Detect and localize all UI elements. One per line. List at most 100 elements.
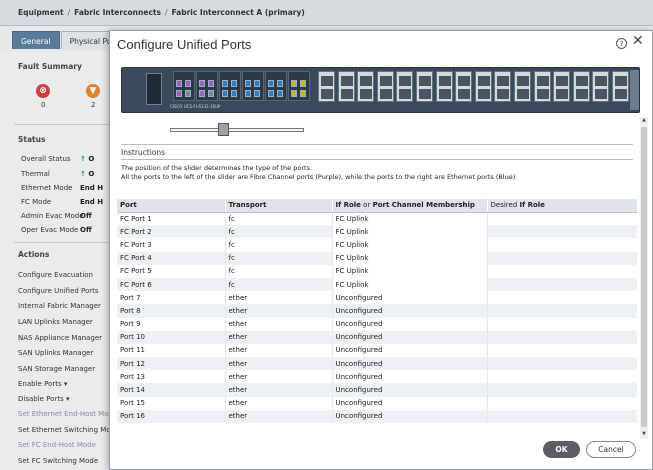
ethernet-port[interactable] [300, 90, 306, 97]
qsfp-port-cage[interactable] [494, 71, 512, 102]
qsfp-port-cage[interactable] [474, 71, 492, 102]
table-row[interactable]: Port 9 ether Unconfigured [117, 317, 637, 331]
cell-desired-role[interactable] [487, 212, 637, 226]
cell-desired-role[interactable] [487, 304, 637, 318]
action-internal-fabric-manager[interactable]: Internal Fabric Manager [18, 302, 101, 310]
table-row[interactable]: FC Port 6 fc FC Uplink [117, 277, 637, 292]
action-enable-ports[interactable]: Enable Ports ▾ [18, 380, 67, 388]
qsfp-port-cage[interactable] [416, 71, 433, 102]
action-set-ethernet-switching-mode[interactable]: Set Ethernet Switching Mo [18, 426, 111, 434]
cell-desired-role[interactable] [487, 383, 637, 397]
close-icon[interactable]: ✕ [632, 34, 644, 48]
table-row[interactable]: Port 8 ether Unconfigured [117, 304, 637, 318]
ethernet-port[interactable] [245, 90, 251, 97]
help-icon[interactable]: ? [616, 38, 627, 49]
cell-desired-role[interactable] [487, 317, 637, 331]
ethernet-port[interactable] [222, 90, 228, 97]
breadcrumb-item-equipment[interactable]: Equipment [18, 8, 64, 17]
table-row[interactable]: FC Port 1 fc FC Uplink [117, 212, 637, 226]
qsfp-port-cage[interactable] [318, 71, 335, 102]
qsfp-port-cage[interactable] [592, 71, 610, 102]
ethernet-port[interactable] [185, 90, 191, 97]
cell-desired-role[interactable] [487, 291, 637, 305]
action-configure-unified-ports[interactable]: Configure Unified Ports [18, 287, 99, 295]
action-san-uplinks-manager[interactable]: SAN Uplinks Manager [18, 349, 93, 357]
qsfp-port-cage[interactable] [553, 71, 571, 102]
qsfp-port-cage[interactable] [455, 71, 473, 102]
ethernet-port[interactable] [300, 80, 306, 87]
ethernet-port[interactable] [231, 80, 237, 87]
qsfp-port-cage[interactable] [435, 71, 453, 102]
cell-desired-role[interactable] [487, 251, 637, 265]
table-row[interactable]: FC Port 2 fc FC Uplink [117, 225, 637, 239]
table-row[interactable]: FC Port 5 fc FC Uplink [117, 264, 637, 278]
qsfp-port-cage[interactable] [357, 71, 375, 102]
ethernet-port[interactable] [231, 90, 237, 97]
table-row[interactable]: Port 7 ether Unconfigured [117, 291, 637, 305]
table-row[interactable]: Port 15 ether Unconfigured [117, 396, 637, 410]
cancel-button[interactable]: Cancel [586, 441, 636, 458]
breadcrumb-item-fabric-interconnects[interactable]: Fabric Interconnects [74, 8, 161, 17]
fc-port[interactable] [208, 80, 214, 87]
fc-port[interactable] [185, 80, 191, 87]
scroll-down-icon[interactable]: ▼ [640, 431, 648, 437]
action-set-ethernet-end-host-mode[interactable]: Set Ethernet End-Host Mo [18, 410, 108, 418]
cell-desired-role[interactable] [487, 343, 637, 358]
ethernet-port[interactable] [291, 80, 297, 87]
ok-button[interactable]: OK [543, 441, 580, 458]
action-lan-uplinks-manager[interactable]: LAN Uplinks Manager [18, 318, 93, 326]
cell-desired-role[interactable] [487, 370, 637, 384]
cell-desired-role[interactable] [487, 264, 637, 278]
fc-port[interactable] [199, 80, 205, 87]
ethernet-port[interactable] [268, 80, 274, 87]
cell-desired-role[interactable] [487, 409, 637, 423]
ethernet-port[interactable] [277, 90, 283, 97]
qsfp-port-cage[interactable] [533, 71, 551, 102]
scroll-thumb[interactable] [641, 127, 647, 427]
ethernet-port[interactable] [291, 90, 297, 97]
fc-port[interactable] [176, 90, 182, 97]
fc-port[interactable] [199, 90, 205, 97]
column-header-if-role[interactable]: If Role or Port Channel Membership [332, 199, 488, 213]
qsfp-port-cage[interactable] [612, 71, 629, 102]
table-row[interactable]: Port 10 ether Unconfigured [117, 330, 637, 344]
ethernet-port[interactable] [277, 80, 283, 87]
qsfp-port-cage[interactable] [514, 71, 531, 102]
qsfp-port-cage[interactable] [572, 71, 590, 102]
cell-desired-role[interactable] [487, 277, 637, 292]
action-set-fc-switching-mode[interactable]: Set FC Switching Mode [18, 457, 98, 465]
ethernet-port[interactable] [208, 90, 214, 97]
column-header-transport[interactable]: Transport [225, 199, 333, 213]
ethernet-port[interactable] [254, 80, 260, 87]
column-header-port[interactable]: Port [117, 199, 226, 213]
port-type-slider-handle[interactable] [218, 123, 229, 136]
table-row[interactable]: FC Port 3 fc FC Uplink [117, 238, 637, 252]
action-configure-evacuation[interactable]: Configure Evacuation [18, 271, 93, 279]
action-disable-ports[interactable]: Disable Ports ▾ [18, 395, 69, 403]
table-row[interactable]: Port 12 ether Unconfigured [117, 357, 637, 371]
qsfp-port-cage[interactable] [396, 71, 414, 102]
cell-desired-role[interactable] [487, 357, 637, 371]
qsfp-port-cage[interactable] [337, 71, 355, 102]
ethernet-port[interactable] [268, 90, 274, 97]
table-row[interactable]: FC Port 4 fc FC Uplink [117, 251, 637, 265]
qsfp-port-cage[interactable] [376, 71, 394, 102]
tab-general[interactable]: General [12, 31, 60, 49]
table-row[interactable]: Port 16 ether Unconfigured [117, 409, 637, 423]
fc-port[interactable] [176, 80, 182, 87]
cell-desired-role[interactable] [487, 225, 637, 239]
cell-desired-role[interactable] [487, 238, 637, 252]
ethernet-port[interactable] [245, 80, 251, 87]
column-header-desired-if-role[interactable]: Desired If Role [487, 199, 637, 213]
action-san-storage-manager[interactable]: SAN Storage Manager [18, 365, 95, 373]
cell-desired-role[interactable] [487, 330, 637, 344]
table-row[interactable]: Port 11 ether Unconfigured [117, 343, 637, 358]
ethernet-port[interactable] [222, 80, 228, 87]
dialog-scrollbar[interactable]: ▲ ▼ [640, 117, 648, 439]
table-row[interactable]: Port 13 ether Unconfigured [117, 370, 637, 384]
cell-desired-role[interactable] [487, 396, 637, 410]
action-set-fc-end-host-mode[interactable]: Set FC End-Host Mode [18, 441, 96, 449]
action-nas-appliance-manager[interactable]: NAS Appliance Manager [18, 334, 102, 342]
ethernet-port[interactable] [254, 90, 260, 97]
port-type-slider-track[interactable] [170, 128, 304, 132]
